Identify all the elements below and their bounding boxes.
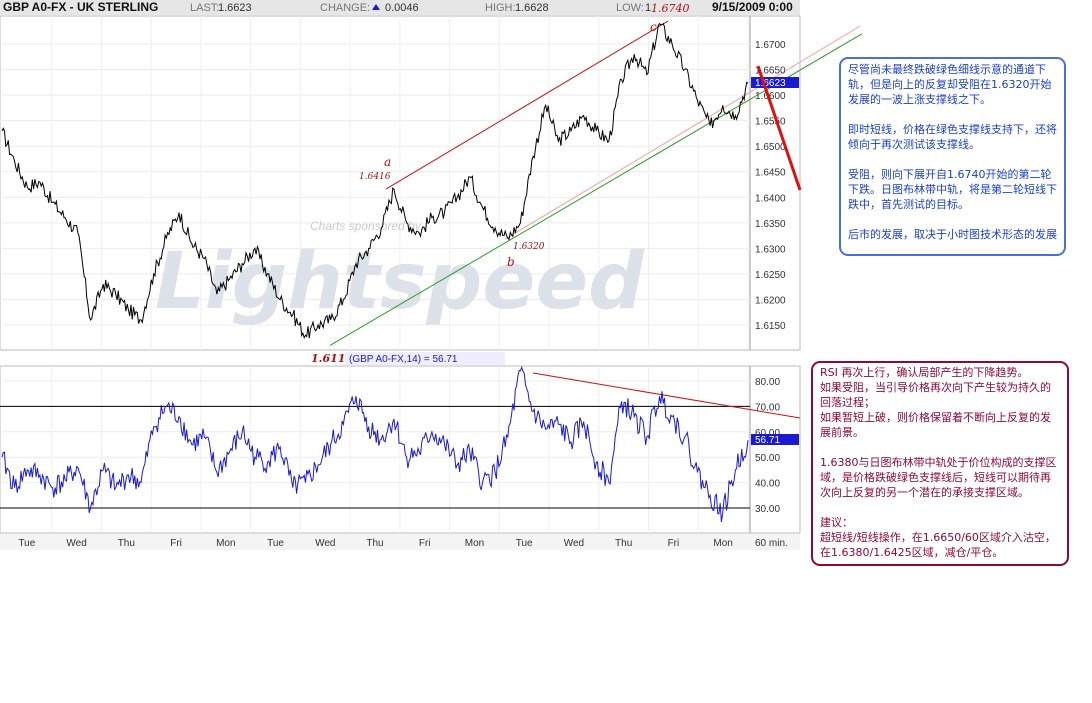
watermark-small: Charts sponsored by — [310, 219, 422, 233]
price-tick-label: 1.6200 — [755, 295, 786, 306]
x-tick-label: Mon — [713, 538, 732, 549]
price-tick-label: 1.6400 — [755, 193, 786, 204]
price-tick-label: 1.6700 — [755, 40, 786, 51]
note-red-p3: 建议： 超短线/短线操作，在1.6650/60区域介入沽空，在1.6380/1.… — [820, 516, 1056, 559]
x-tick-label: Fri — [419, 538, 431, 549]
analysis-note-blue: 尽管尚未最终跌破绿色细线示意的通道下轨，但是向上的反复却受阻在1.6320开始发… — [839, 57, 1066, 256]
rsi-title: (GBP A0-FX,14) = 56.71 — [349, 354, 458, 365]
low-label: LOW: — [616, 2, 644, 14]
price-tick-label: 1.6150 — [755, 321, 786, 332]
wave-a-label: a — [384, 155, 391, 169]
wave-c-price: 1.6740 — [651, 2, 690, 15]
wave-b-price: 1.6320 — [513, 242, 545, 252]
symbol-title: GBP A0-FX - UK STERLING — [3, 0, 158, 14]
header-datetime: 9/15/2009 0:00 — [712, 0, 793, 14]
x-tick-label: Thu — [615, 538, 632, 549]
x-tick-label: Fri — [668, 538, 680, 549]
x-tick-label: Mon — [465, 538, 484, 549]
change-label: CHANGE: — [320, 2, 370, 14]
interval-label: 60 min. — [755, 538, 788, 549]
rsi-tick-label: 80.00 — [755, 377, 780, 388]
high-value: 1.6628 — [515, 2, 549, 14]
price-tick-label: 1.6350 — [755, 219, 786, 230]
note-red-p2: 1.6380与日图布林带中轨处于价位构成的支撑区域，是价格跌破绿色支撑线后，短线… — [820, 456, 1057, 499]
x-tick-label: Tue — [516, 538, 533, 549]
wave-c-label: c — [650, 20, 657, 34]
rsi-last-badge-label: 56.71 — [755, 435, 780, 446]
wave-b-label: b — [507, 255, 515, 269]
note-blue-p3: 受阻，则向下展开自1.6740开始的第二轮下跌。日图布林带中轨，将是第二轮短线下… — [848, 168, 1057, 211]
analysis-note-red: RSI 再次上行，确认局部产生的下降趋势。 如果受阻，当引导价格再次向下产生较为… — [811, 361, 1069, 566]
watermark: Lightspeed — [155, 237, 645, 327]
note-blue-p4: 后市的发展，取决于小时图技术形态的发展 — [848, 228, 1057, 241]
change-value: 0.0046 — [385, 2, 419, 14]
rsi-tick-label: 50.00 — [755, 453, 780, 464]
rsi-tick-label: 70.00 — [755, 402, 780, 413]
x-tick-label: Wed — [564, 538, 584, 549]
last-value: 1.6623 — [218, 2, 252, 14]
x-tick-label: Thu — [366, 538, 383, 549]
x-tick-label: Wed — [66, 538, 86, 549]
note-blue-p1: 尽管尚未最终跌破绿色细线示意的通道下轨，但是向上的反复却受阻在1.6320开始发… — [848, 63, 1052, 106]
last-label: LAST: — [190, 2, 219, 14]
note-red-p1: RSI 再次上行，确认局部产生的下降趋势。 如果受阻，当引导价格再次向下产生较为… — [820, 366, 1051, 439]
x-tick-label: Mon — [216, 538, 235, 549]
x-tick-label: Wed — [315, 538, 335, 549]
x-tick-label: Tue — [267, 538, 284, 549]
price-tick-label: 1.6500 — [755, 142, 786, 153]
price-tick-label: 1.6450 — [755, 168, 786, 179]
price-tick-label: 1.6250 — [755, 270, 786, 281]
rsi-tick-label: 40.00 — [755, 479, 780, 490]
wave-a-price: 1.6416 — [359, 172, 391, 182]
last-price-badge-label: 1.6623 — [755, 78, 786, 89]
note-blue-p2: 即时短线，价格在绿色支撑线支持下，还将倾向于再次测试该支撑线。 — [848, 123, 1057, 151]
price-tick-label: 1.6300 — [755, 244, 786, 255]
high-label: HIGH: — [485, 2, 516, 14]
x-tick-label: Fri — [170, 538, 182, 549]
price-tick-label: 1.6550 — [755, 117, 786, 128]
x-tick-label: Thu — [118, 538, 135, 549]
x-tick-label: Tue — [18, 538, 35, 549]
rsi-tick-label: 30.00 — [755, 504, 780, 515]
